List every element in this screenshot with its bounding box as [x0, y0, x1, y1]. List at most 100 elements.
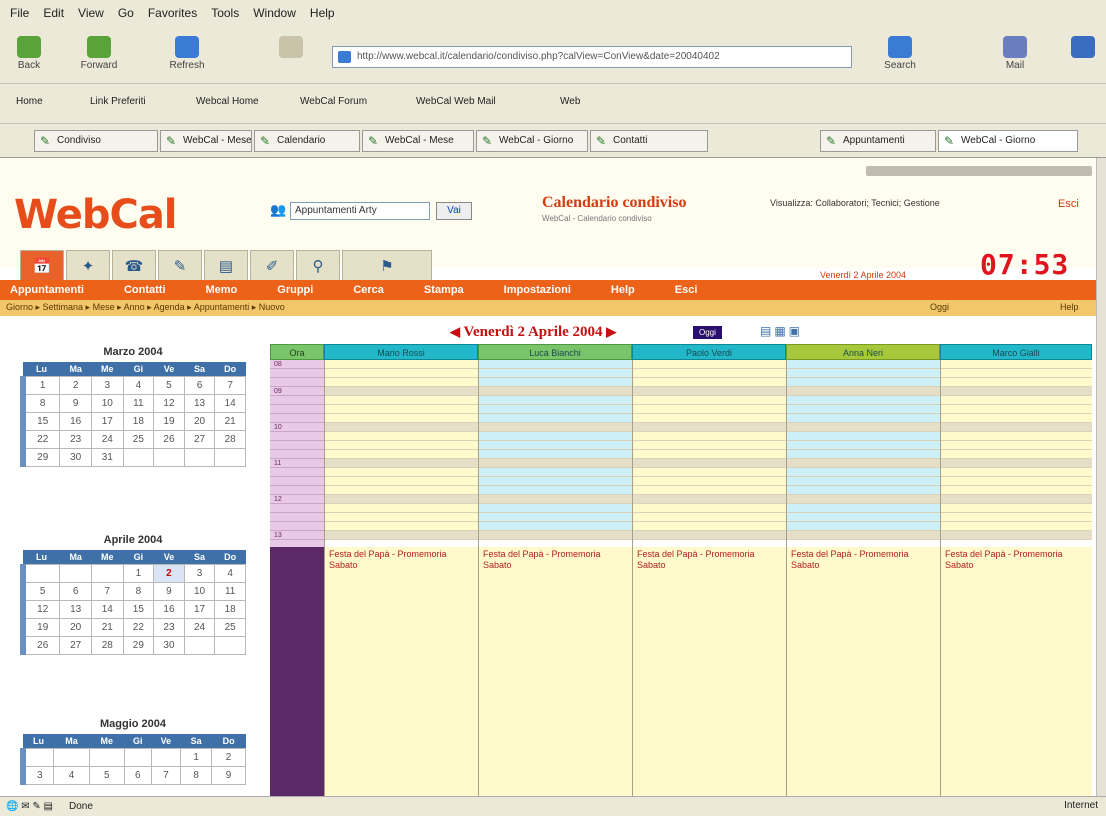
- calendar-view-select[interactable]: Appuntamenti Arty: [290, 202, 430, 220]
- time-band[interactable]: [633, 387, 786, 396]
- nav-stampa[interactable]: Stampa: [424, 284, 464, 296]
- time-band[interactable]: [325, 378, 478, 387]
- time-band[interactable]: [787, 531, 940, 540]
- minical-day[interactable]: 16: [59, 411, 92, 431]
- time-band[interactable]: [325, 405, 478, 414]
- user-column-header[interactable]: Anna Neri: [786, 344, 940, 360]
- time-band[interactable]: [941, 405, 1092, 414]
- minical-day[interactable]: 8: [180, 765, 213, 785]
- today-button[interactable]: Oggi: [693, 326, 722, 339]
- time-band[interactable]: [787, 450, 940, 459]
- user-day-column[interactable]: Festa del Papà - Promemoria Sabato: [324, 360, 478, 796]
- user-column-header[interactable]: Paolo Verdi: [632, 344, 786, 360]
- minical-day[interactable]: 10: [90, 393, 124, 413]
- time-band[interactable]: [941, 414, 1092, 423]
- minical-day[interactable]: 23: [59, 429, 92, 449]
- time-band[interactable]: [941, 450, 1092, 459]
- nav-gruppi[interactable]: Gruppi: [277, 284, 313, 296]
- time-band[interactable]: [325, 396, 478, 405]
- sub-nav-help[interactable]: Help: [1060, 302, 1079, 312]
- nav-impostazioni[interactable]: Impostazioni: [504, 284, 571, 296]
- minical-day[interactable]: 30: [59, 447, 92, 467]
- minical-day[interactable]: 28: [214, 429, 246, 449]
- minical-day[interactable]: 3: [90, 375, 124, 395]
- minical-day[interactable]: 29: [20, 447, 61, 467]
- time-band[interactable]: [941, 387, 1092, 396]
- minical-day[interactable]: 17: [90, 411, 124, 431]
- extra-toolbar-button[interactable]: [1064, 36, 1102, 58]
- time-band[interactable]: [787, 360, 940, 369]
- nav-cerca[interactable]: Cerca: [353, 284, 384, 296]
- time-band[interactable]: [787, 513, 940, 522]
- time-band[interactable]: [787, 459, 940, 468]
- event-cell[interactable]: Festa del Papà - Promemoria Sabato: [325, 547, 478, 796]
- time-band[interactable]: [787, 414, 940, 423]
- minical-day[interactable]: 4: [53, 765, 90, 785]
- time-band[interactable]: [787, 441, 940, 450]
- minical-day[interactable]: 12: [20, 599, 61, 619]
- time-band[interactable]: [633, 522, 786, 531]
- time-band[interactable]: [479, 414, 632, 423]
- user-column-header[interactable]: Mario Rossi: [324, 344, 478, 360]
- menu-help[interactable]: Help: [310, 6, 335, 20]
- vertical-scrollbar[interactable]: [1096, 158, 1106, 796]
- refresh-button[interactable]: Refresh: [168, 36, 206, 71]
- address-bar[interactable]: http://www.webcal.it/calendario/condivis…: [332, 46, 852, 68]
- tab-tasks[interactable]: ✦: [66, 250, 110, 280]
- menu-view[interactable]: View: [78, 6, 104, 20]
- time-band[interactable]: [787, 504, 940, 513]
- minical-day[interactable]: 25: [214, 617, 246, 637]
- minical-day[interactable]: 6: [183, 375, 216, 395]
- time-band[interactable]: [787, 477, 940, 486]
- time-band[interactable]: [941, 486, 1092, 495]
- nav-memo[interactable]: Memo: [206, 284, 238, 296]
- time-band[interactable]: [479, 387, 632, 396]
- time-band[interactable]: [479, 369, 632, 378]
- next-day-arrow[interactable]: ▶: [606, 324, 616, 339]
- minical-day[interactable]: 6: [59, 581, 92, 601]
- time-band[interactable]: [787, 378, 940, 387]
- time-band[interactable]: [479, 459, 632, 468]
- minical-day[interactable]: 9: [153, 581, 185, 601]
- time-band[interactable]: [479, 513, 632, 522]
- minical-day[interactable]: 9: [211, 765, 246, 785]
- time-band[interactable]: [479, 486, 632, 495]
- minical-day[interactable]: 20: [183, 411, 216, 431]
- minical-day[interactable]: 7: [90, 581, 124, 601]
- user-day-column[interactable]: Festa del Papà - Promemoria Sabato: [786, 360, 940, 796]
- webcal-logo[interactable]: WebCal: [14, 192, 178, 238]
- minical-day[interactable]: 2: [153, 563, 185, 583]
- minical-day[interactable]: 7: [214, 375, 246, 395]
- time-band[interactable]: [325, 387, 478, 396]
- minical-day[interactable]: 5: [153, 375, 185, 395]
- minical-day[interactable]: 21: [214, 411, 246, 431]
- time-band[interactable]: [325, 360, 478, 369]
- menu-window[interactable]: Window: [253, 6, 296, 20]
- minical-day[interactable]: 13: [183, 393, 216, 413]
- time-band[interactable]: [325, 531, 478, 540]
- time-band[interactable]: [941, 432, 1092, 441]
- tab-groups[interactable]: ⚑: [342, 250, 432, 280]
- nav-contatti[interactable]: Contatti: [124, 284, 166, 296]
- minical-day[interactable]: 14: [214, 393, 246, 413]
- minical-day[interactable]: 31: [90, 447, 124, 467]
- minical-day[interactable]: 18: [214, 599, 246, 619]
- user-column-header[interactable]: Luca Bianchi: [478, 344, 632, 360]
- time-band[interactable]: [787, 522, 940, 531]
- time-band[interactable]: [325, 486, 478, 495]
- time-band[interactable]: [941, 513, 1092, 522]
- tab-calendar[interactable]: 📅: [20, 250, 64, 280]
- mail-button[interactable]: Mail: [996, 36, 1034, 71]
- exit-link[interactable]: Esci: [1058, 198, 1079, 210]
- time-band[interactable]: [633, 495, 786, 504]
- minical-day[interactable]: 1: [180, 747, 213, 767]
- browser-tab-active[interactable]: WebCal - Giorno: [938, 130, 1078, 152]
- view-switch-icons[interactable]: ▤▦▣: [760, 324, 803, 338]
- minical-day[interactable]: 3: [183, 563, 216, 583]
- menu-file[interactable]: File: [10, 6, 29, 20]
- time-band[interactable]: [325, 477, 478, 486]
- minical-day[interactable]: 1: [122, 563, 155, 583]
- time-band[interactable]: [941, 441, 1092, 450]
- time-band[interactable]: [325, 441, 478, 450]
- user-day-column[interactable]: Festa del Papà - Promemoria Sabato: [478, 360, 632, 796]
